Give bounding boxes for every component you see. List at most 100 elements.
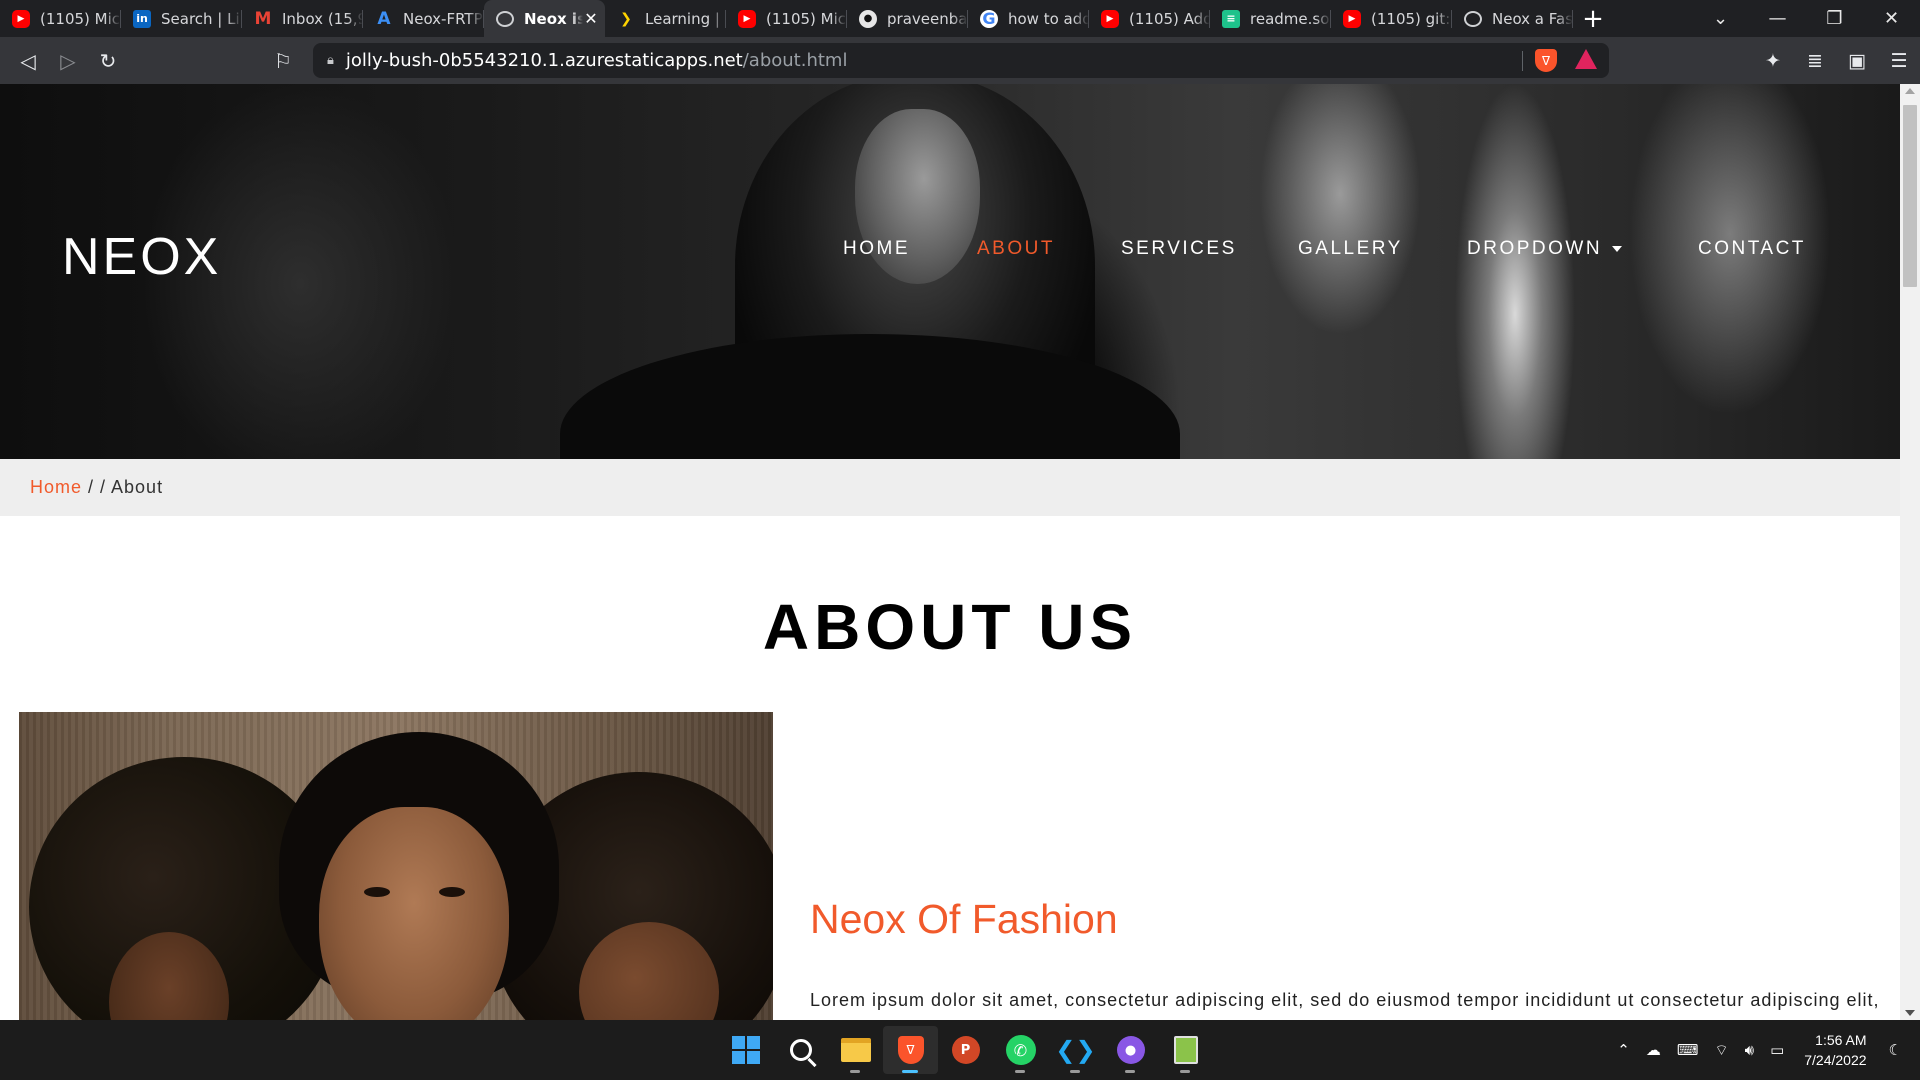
wifi-icon[interactable]: ⌔	[1715, 1041, 1729, 1060]
globe-icon	[496, 10, 514, 27]
clock[interactable]: 1:56 AM 7/24/2022	[1804, 1030, 1866, 1070]
notepad-button[interactable]	[1158, 1026, 1213, 1074]
keyboard-icon[interactable]: ⌨	[1677, 1041, 1699, 1059]
nav-services[interactable]: SERVICES	[1121, 238, 1237, 260]
tab-gmail[interactable]: M Inbox (15,9	[242, 0, 363, 37]
battery-icon[interactable]: ▭	[1770, 1041, 1784, 1059]
brave-icon: ᐁ	[897, 1036, 924, 1064]
scrollbar-thumb[interactable]	[1903, 105, 1917, 287]
bookmark-icon[interactable]: ⚐	[263, 41, 303, 81]
vscode-button[interactable]: ❮❯	[1048, 1026, 1103, 1074]
caret-down-icon	[1612, 245, 1623, 252]
window-controls: ⌄ — ❐ ✕	[1692, 0, 1920, 37]
tab-title: Inbox (15,9	[282, 9, 363, 28]
minimize-icon[interactable]: —	[1749, 0, 1806, 37]
tab-linkedin[interactable]: in Search | Lin	[121, 0, 242, 37]
page-scrollbar[interactable]	[1900, 84, 1920, 1020]
toolbar-actions: ✦ ≣ ▣ ☰	[1752, 41, 1920, 81]
scroll-down-icon[interactable]	[1905, 1010, 1915, 1016]
globe-icon	[1464, 10, 1482, 27]
breadcrumb: Home / / About	[0, 459, 1900, 516]
tab-youtube-3[interactable]: ▶ (1105) Add	[1089, 0, 1210, 37]
tab-neox-active[interactable]: Neox is ✕	[484, 0, 605, 37]
youtube-icon: ▶	[1343, 9, 1361, 28]
google-icon: G	[980, 9, 998, 28]
address-bar[interactable]: 🔒︎ jolly-bush-0b5543210.1.azurestaticapp…	[313, 43, 1609, 78]
browser-toolbar: ◁ ▷ ↻ ⚐ 🔒︎ jolly-bush-0b5543210.1.azures…	[0, 37, 1920, 84]
tab-youtube-1[interactable]: ▶ (1105) Micr	[0, 0, 121, 37]
nav-dropdown-label: DROPDOWN	[1467, 238, 1603, 259]
brave-shields-icon[interactable]: ᐁ	[1535, 49, 1557, 72]
url-host: jolly-bush-0b5543210.1.azurestaticapps.n…	[345, 50, 743, 71]
breadcrumb-home-link[interactable]: Home	[30, 477, 82, 498]
powerpoint-button[interactable]: P	[938, 1026, 993, 1074]
tab-neox-2[interactable]: Neox a Fas	[1452, 0, 1573, 37]
tab-youtube-2[interactable]: ▶ (1105) Micr	[726, 0, 847, 37]
gmail-icon: M	[254, 8, 272, 29]
running-indicator	[850, 1070, 860, 1073]
restore-icon[interactable]: ❐	[1806, 0, 1863, 37]
photo-eye	[439, 887, 465, 897]
new-tab-button[interactable]: +	[1573, 0, 1613, 37]
powerpoint-icon: P	[951, 1036, 980, 1064]
tab-strip: ▶ (1105) Micr in Search | Lin M Inbox (1…	[0, 0, 1920, 37]
menu-icon[interactable]: ☰	[1878, 41, 1920, 81]
taskbar-apps: ᐁ P ✆ ❮❯ ●	[718, 1026, 1213, 1074]
tab-readme[interactable]: ≡ readme.so	[1210, 0, 1331, 37]
tab-title: (1105) git:	[1371, 9, 1451, 28]
search-icon	[789, 1039, 812, 1061]
nav-contact[interactable]: CONTACT	[1698, 238, 1806, 260]
chevron-up-icon[interactable]: ⌃	[1617, 1041, 1630, 1059]
search-button[interactable]	[773, 1026, 828, 1074]
tab-github[interactable]: ● praveenbal	[847, 0, 968, 37]
tab-title: readme.so	[1250, 9, 1330, 28]
start-button[interactable]	[718, 1026, 773, 1074]
extensions-icon[interactable]: ✦	[1752, 41, 1794, 81]
nav-about[interactable]: ABOUT	[977, 238, 1055, 260]
whatsapp-button[interactable]: ✆	[993, 1026, 1048, 1074]
nav-home[interactable]: HOME	[843, 238, 910, 260]
tab-title: Search | Lin	[161, 9, 242, 28]
wallet-icon[interactable]: ▣	[1836, 41, 1878, 81]
running-indicator	[902, 1070, 918, 1073]
linkedin-icon: in	[133, 9, 151, 28]
file-explorer-button[interactable]	[828, 1026, 883, 1074]
volume-icon[interactable]: 🔊︎	[1745, 1041, 1754, 1059]
taskbar: ᐁ P ✆ ❮❯ ● ⌃ ☁ ⌨ ⌔ 🔊︎ ▭ 1:56 AM 7/24/202…	[0, 1020, 1920, 1080]
section-subtitle: Neox Of Fashion	[810, 896, 1118, 942]
close-tab-icon[interactable]: ✕	[583, 9, 599, 28]
forward-icon[interactable]: ▷	[48, 41, 88, 81]
page-title: ABOUT US	[762, 591, 1138, 663]
tab-search-icon[interactable]: ⌄	[1692, 0, 1749, 37]
pluralsight-icon: ❯	[620, 10, 632, 27]
tab-azure[interactable]: A Neox-FRTP	[363, 0, 484, 37]
onedrive-icon[interactable]: ☁	[1646, 1041, 1661, 1059]
running-indicator	[1070, 1070, 1080, 1073]
focus-assist-icon[interactable]: ☾	[1889, 1041, 1902, 1059]
vscode-icon: ❮❯	[1055, 1036, 1096, 1064]
brave-button[interactable]: ᐁ	[883, 1026, 938, 1074]
github-desktop-button[interactable]: ●	[1103, 1026, 1158, 1074]
web-page: NEOX HOME ABOUT SERVICES GALLERY DROPDOW…	[0, 84, 1900, 1020]
tab-pluralsight[interactable]: ❯ Learning | F	[605, 0, 726, 37]
clock-date: 7/24/2022	[1804, 1052, 1867, 1068]
back-icon[interactable]: ◁	[8, 41, 48, 81]
close-window-icon[interactable]: ✕	[1863, 0, 1920, 37]
tab-title: (1105) Micr	[40, 9, 121, 28]
running-indicator	[1125, 1070, 1135, 1073]
brave-rewards-icon[interactable]	[1575, 49, 1597, 69]
running-indicator	[1015, 1070, 1025, 1073]
nav-dropdown[interactable]: DROPDOWN	[1467, 238, 1623, 260]
tab-google[interactable]: G how to add	[968, 0, 1089, 37]
lock-icon: 🔒︎	[327, 53, 334, 68]
tab-youtube-4[interactable]: ▶ (1105) git:	[1331, 0, 1452, 37]
media-controls-icon[interactable]: ≣	[1794, 41, 1836, 81]
tab-title: Neox is	[524, 9, 583, 28]
scroll-up-icon[interactable]	[1905, 88, 1915, 94]
section-paragraph: Lorem ipsum dolor sit amet, consectetur …	[810, 990, 1880, 1010]
divider	[1522, 51, 1523, 71]
nav-gallery[interactable]: GALLERY	[1298, 238, 1403, 260]
main-nav: HOME ABOUT SERVICES GALLERY DROPDOWN CON…	[0, 238, 1900, 268]
reload-icon[interactable]: ↻	[88, 41, 128, 81]
tab-title: Learning | F	[645, 9, 726, 28]
